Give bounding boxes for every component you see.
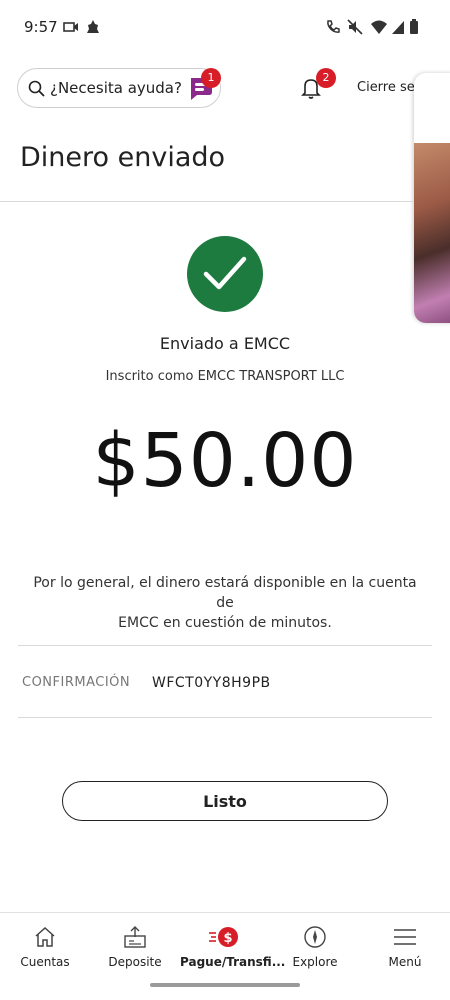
bottom-nav: Cuentas Deposite $ Pague/Transfi... Expl… bbox=[0, 912, 450, 974]
recipient-line: Enviado a EMCC bbox=[159, 334, 291, 353]
availability-line-1: Por lo general, el dinero estará disponi… bbox=[33, 575, 417, 611]
amount-sent: $50.00 bbox=[92, 418, 358, 504]
confirmation-label: CONFIRMACIÓN bbox=[22, 675, 131, 690]
svg-text:$: $ bbox=[223, 931, 232, 946]
availability-line-2: EMCC en cuestión de minutos. bbox=[118, 615, 332, 631]
notification-badge: 2 bbox=[316, 68, 336, 88]
nav-label-accounts: Cuentas bbox=[20, 955, 70, 969]
nav-item-explore[interactable]: Explore bbox=[270, 913, 360, 975]
pay-transfer-icon: $ bbox=[208, 925, 238, 949]
signal-icon bbox=[391, 19, 405, 39]
video-camera-icon bbox=[63, 19, 79, 38]
status-bar: 9:57 bbox=[0, 0, 450, 58]
nav-label-pay-transfer: Pague/Transfi... bbox=[180, 955, 286, 969]
divider-bottom bbox=[18, 717, 432, 718]
availability-message: Por lo general, el dinero estará disponi… bbox=[30, 573, 420, 633]
search-placeholder: ¿Necesita ayuda? bbox=[50, 79, 182, 97]
nav-label-menu: Menú bbox=[388, 955, 422, 969]
nav-item-pay-transfer[interactable]: $ Pague/Transfi... bbox=[180, 913, 286, 975]
deposit-icon bbox=[123, 925, 147, 949]
video-call-thumbnail bbox=[414, 143, 450, 323]
video-call-overlay[interactable] bbox=[414, 73, 450, 323]
nav-item-menu[interactable]: Menú bbox=[360, 913, 450, 975]
divider-top bbox=[18, 645, 432, 646]
nav-label-explore: Explore bbox=[292, 955, 338, 969]
app-notification-icon bbox=[85, 19, 101, 39]
nav-item-accounts[interactable]: Cuentas bbox=[0, 913, 90, 975]
confirmation-number: WFCT0YY8H9PB bbox=[152, 675, 271, 691]
nav-label-deposit: Deposite bbox=[108, 955, 162, 969]
mute-icon bbox=[347, 19, 363, 39]
enrolled-line: Inscrito como EMCC TRANSPORT LLC bbox=[105, 369, 345, 384]
compass-icon bbox=[303, 925, 327, 949]
signout-link[interactable]: Cierre ses bbox=[357, 80, 422, 95]
home-indicator bbox=[150, 983, 300, 987]
success-check-icon bbox=[187, 236, 263, 312]
search-icon bbox=[28, 80, 46, 102]
hamburger-menu-icon bbox=[393, 925, 417, 949]
page-title: Dinero enviado bbox=[20, 142, 226, 173]
chat-badge: 1 bbox=[201, 68, 221, 88]
battery-icon bbox=[409, 19, 419, 39]
title-divider bbox=[0, 201, 414, 202]
wifi-icon bbox=[370, 19, 388, 39]
nav-item-deposit[interactable]: Deposite bbox=[90, 913, 180, 975]
wifi-calling-icon bbox=[325, 19, 341, 39]
home-icon bbox=[33, 925, 57, 949]
done-button[interactable]: Listo bbox=[62, 781, 388, 821]
status-time: 9:57 bbox=[24, 18, 58, 36]
